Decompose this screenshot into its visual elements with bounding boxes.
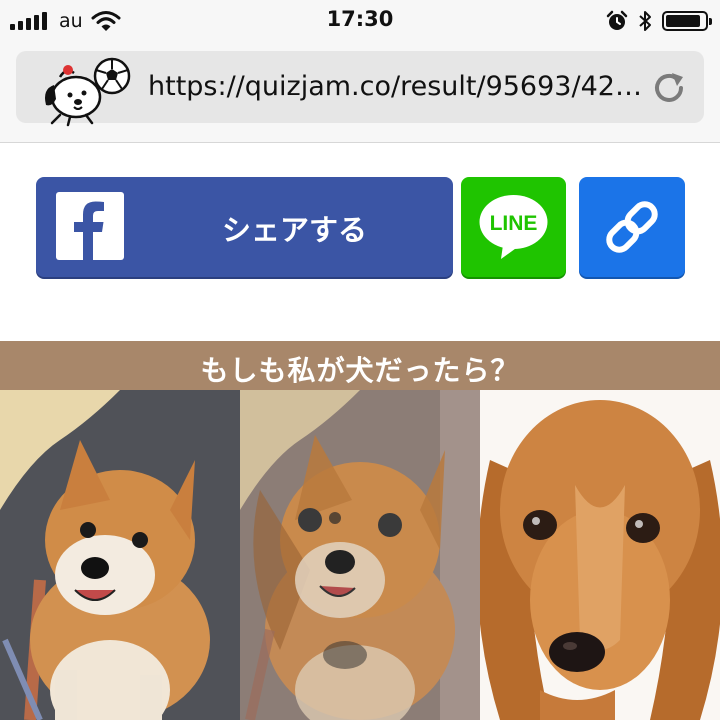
blended-dog-photo: [240, 390, 480, 720]
line-label: LINE: [490, 212, 538, 235]
facebook-icon: [56, 192, 124, 260]
browser-toolbar: https://quizjam.co/result/95693/4215…: [0, 42, 720, 143]
alarm-icon: [606, 10, 628, 30]
matched-dog-photo: [480, 390, 720, 720]
dog-with-soccer-ball-icon: [45, 57, 131, 127]
address-bar[interactable]: https://quizjam.co/result/95693/4215…: [16, 51, 704, 127]
user-dog-photo: [0, 390, 240, 720]
facebook-share-button[interactable]: シェアする: [36, 177, 453, 277]
result-title: もしも私が犬だったら？: [200, 354, 520, 387]
status-bar: au 17:30: [0, 0, 720, 42]
battery-icon: [662, 11, 712, 31]
link-icon: [606, 201, 658, 253]
facebook-share-label: シェアする: [221, 213, 367, 247]
result-banner: もしも私が犬だったら？: [0, 341, 720, 390]
bluetooth-icon: [639, 11, 651, 31]
result-photos: [0, 390, 720, 720]
line-share-button[interactable]: LINE: [461, 177, 566, 277]
copy-link-button[interactable]: [579, 177, 685, 277]
line-icon: LINE: [479, 195, 548, 259]
battery-level: [666, 15, 701, 27]
status-right: [606, 8, 712, 34]
url-text[interactable]: https://quizjam.co/result/95693/4215…: [148, 71, 658, 102]
reload-icon[interactable]: [650, 69, 688, 107]
